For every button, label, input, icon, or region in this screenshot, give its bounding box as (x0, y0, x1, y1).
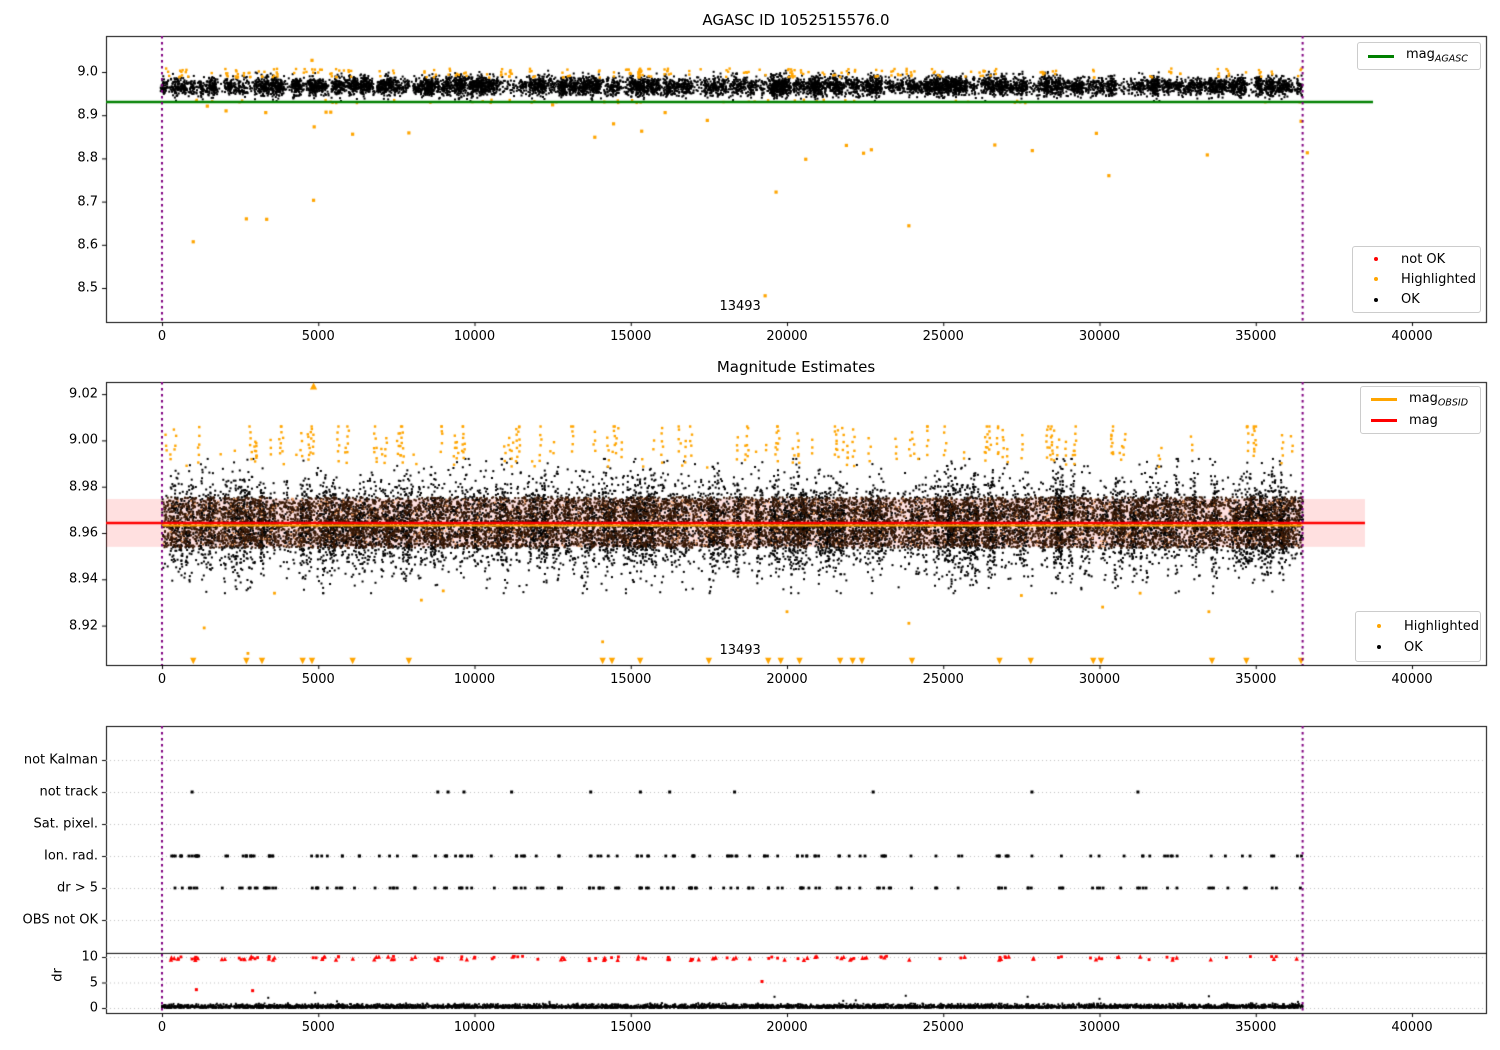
plot1-legend-markers: not OK Highlighted OK (1352, 246, 1481, 313)
category-label: Sat. pixel. (33, 816, 98, 832)
x-tick-label: 15000 (610, 329, 652, 344)
not-ok-marker-sample (1374, 257, 1378, 262)
legend-row: magAGASC (1364, 46, 1474, 67)
legend-handle (1359, 277, 1393, 282)
x-tick-label: 20000 (766, 1020, 808, 1035)
category-label: OBS not OK (22, 912, 99, 928)
x-tick-label: 20000 (766, 672, 808, 687)
x-tick-label: 5000 (301, 1020, 335, 1035)
not-ok-legend-label: not OK (1401, 251, 1446, 267)
legend-row: OK (1359, 290, 1474, 310)
ok-legend-label: OK (1404, 639, 1423, 655)
legend-handle (1367, 419, 1401, 422)
x-tick-label: 40000 (1391, 672, 1433, 687)
ok-marker-sample (1374, 297, 1378, 302)
dr-tick-label: 10 (81, 949, 98, 965)
mag-line-sample (1371, 419, 1397, 422)
mag-obsid-legend-label: magOBSID (1409, 390, 1469, 409)
y-tick-label: 8.92 (69, 618, 98, 634)
x-tick-label: 20000 (766, 329, 808, 344)
dr-tick-label: 0 (89, 1000, 98, 1016)
y-tick-label: 9.02 (69, 386, 98, 402)
y-tick-label: 8.94 (69, 571, 98, 587)
x-tick-label: 30000 (1078, 329, 1121, 344)
plot2-legend-markers: Highlighted OK (1355, 611, 1481, 662)
legend-row: magOBSID (1367, 389, 1474, 410)
x-tick-label: 35000 (1235, 329, 1277, 344)
category-label: not Kalman (23, 752, 98, 768)
legend-handle (1359, 297, 1393, 302)
highlighted-marker-sample (1377, 624, 1381, 628)
x-tick-label: 0 (157, 672, 167, 687)
mag-legend-label: mag (1409, 413, 1438, 428)
x-tick-label: 10000 (453, 329, 496, 344)
highlighted-legend-label: Highlighted (1401, 271, 1476, 287)
plot2-title: Magnitude Estimates (716, 358, 876, 376)
highlighted-marker-sample (1374, 277, 1378, 282)
mag-agasc-line-sample (1368, 54, 1394, 58)
ok-marker-sample (1377, 645, 1381, 649)
y-tick-label: 8.6 (77, 237, 98, 253)
y-tick-label: 8.8 (77, 150, 98, 166)
mag-agasc-legend-label: magAGASC (1406, 47, 1468, 65)
legend-row: Highlighted (1362, 616, 1479, 637)
legend-row: Highlighted (1359, 269, 1476, 289)
plot1-legend-line: magAGASC (1357, 42, 1481, 70)
x-tick-label: 25000 (922, 329, 964, 344)
y-tick-label: 8.5 (77, 280, 98, 296)
x-tick-label: 5000 (301, 329, 335, 344)
y-tick-label: 8.98 (69, 479, 98, 495)
y-tick-label: 8.7 (77, 194, 98, 210)
x-tick-label: 30000 (1078, 672, 1121, 687)
legend-handle (1362, 645, 1396, 649)
chart-canvas (0, 0, 1500, 1050)
figure: AGASC ID 1052515576.0 Magnitude Estimate… (0, 0, 1500, 1050)
x-tick-label: 0 (157, 329, 167, 344)
legend-handle (1367, 398, 1401, 401)
x-tick-label: 15000 (610, 672, 652, 687)
y-tick-label: 8.9 (77, 107, 98, 123)
legend-handle (1364, 54, 1398, 58)
plot1-title: AGASC ID 1052515576.0 (702, 11, 890, 29)
x-tick-label: 5000 (301, 672, 335, 687)
legend-row: not OK (1359, 249, 1474, 269)
plot2-legend-lines: magOBSID mag (1360, 386, 1481, 434)
x-tick-label: 25000 (922, 672, 964, 687)
x-tick-label: 35000 (1235, 672, 1277, 687)
x-tick-label: 35000 (1235, 1020, 1277, 1035)
x-tick-label: 10000 (453, 1020, 496, 1035)
legend-handle (1359, 257, 1393, 262)
x-tick-label: 0 (157, 1020, 167, 1035)
legend-row: mag (1367, 410, 1474, 431)
x-tick-label: 40000 (1391, 1020, 1433, 1035)
highlighted-legend-label: Highlighted (1404, 618, 1479, 634)
annotation-1: 13493 (719, 299, 761, 314)
x-tick-label: 25000 (922, 1020, 964, 1035)
x-tick-label: 10000 (453, 672, 496, 687)
y-tick-label: 9.00 (69, 432, 98, 448)
category-label: dr > 5 (56, 880, 98, 896)
mag-obsid-line-sample (1371, 398, 1397, 401)
ok-legend-label: OK (1401, 292, 1420, 308)
x-tick-label: 15000 (610, 1020, 652, 1035)
category-label: not track (39, 784, 98, 800)
y-tick-label: 9.0 (77, 64, 98, 80)
y-tick-label: 8.96 (69, 525, 98, 541)
x-tick-label: 40000 (1391, 329, 1433, 344)
category-label: Ion. rad. (44, 848, 98, 864)
legend-handle (1362, 624, 1396, 628)
x-tick-label: 30000 (1078, 1020, 1121, 1035)
dr-axis-label: dr (50, 968, 66, 982)
annotation-2: 13493 (719, 643, 761, 658)
legend-row: OK (1362, 637, 1474, 658)
